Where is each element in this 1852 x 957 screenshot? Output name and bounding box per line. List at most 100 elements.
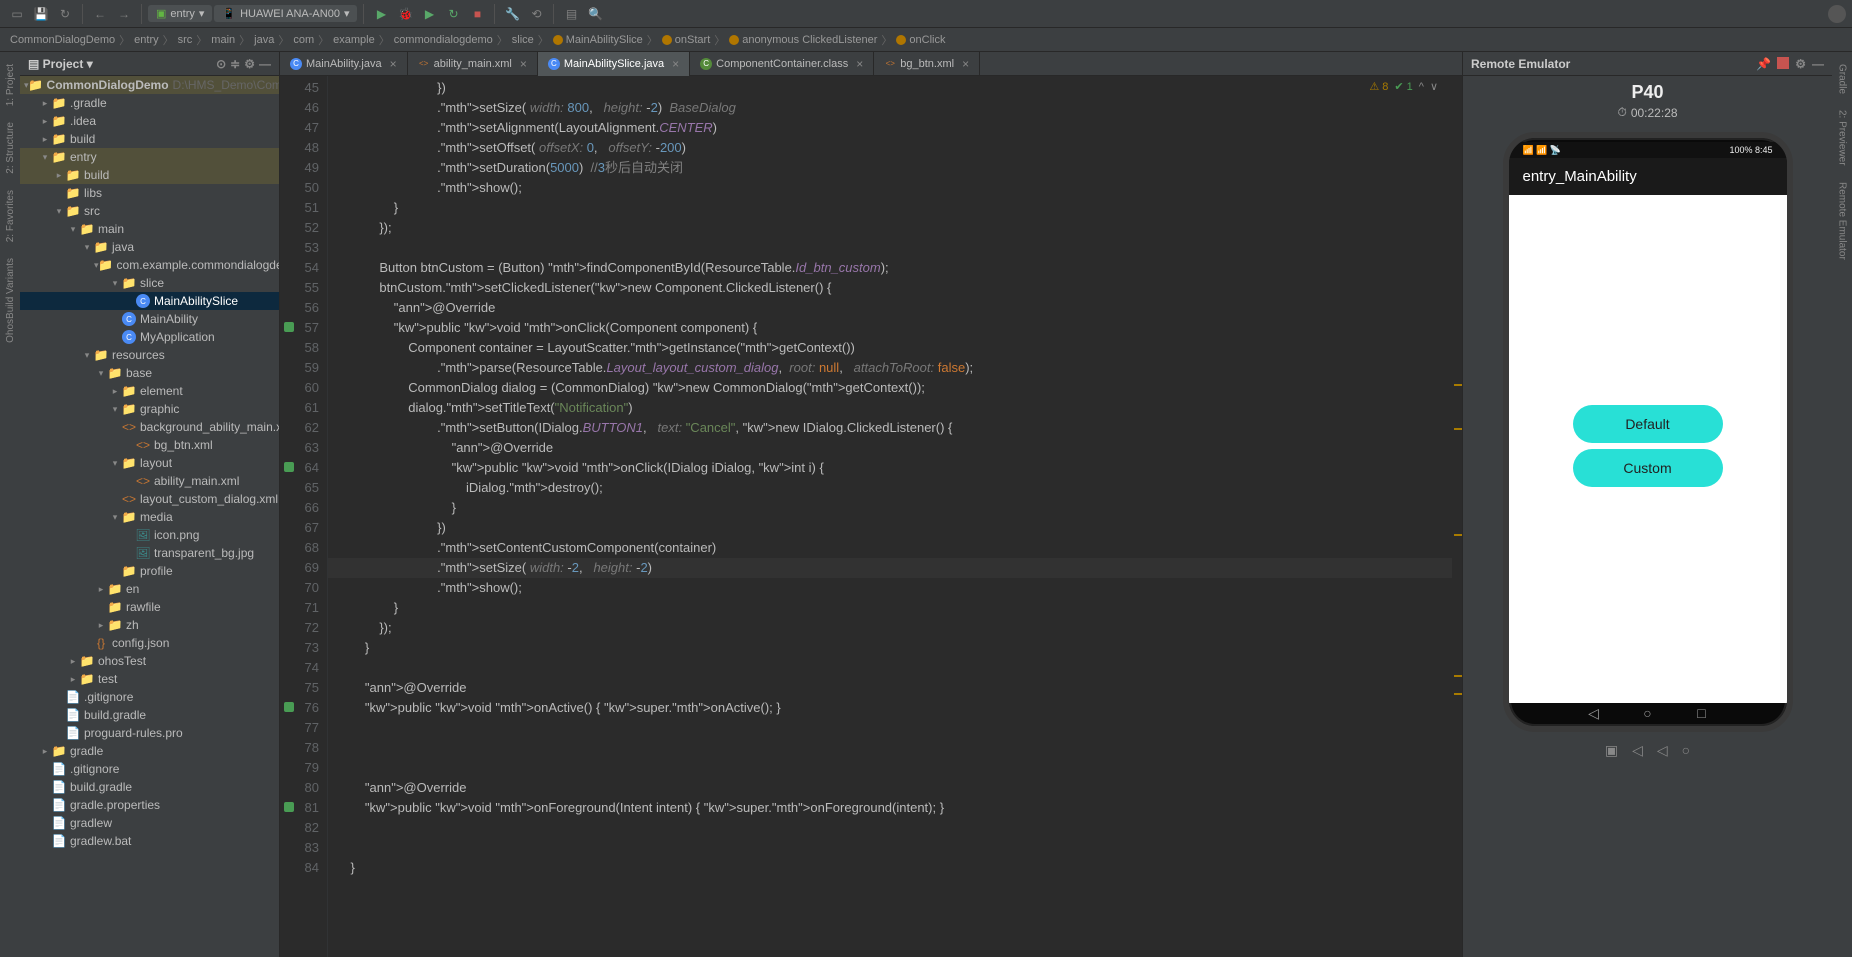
close-icon[interactable]: × <box>390 57 397 71</box>
editor-code[interactable]: }) ."mth">setSize( width: 800, height: -… <box>328 76 1462 957</box>
override-gutter-icon[interactable] <box>284 802 294 812</box>
save-icon[interactable]: 💾 <box>30 3 52 25</box>
override-gutter-icon[interactable] <box>284 702 294 712</box>
gear-icon[interactable]: ⚙ <box>244 57 255 71</box>
breadcrumb-item[interactable]: MainAbilitySlice <box>549 34 647 46</box>
nav-home-icon[interactable]: ◁ <box>1657 742 1668 759</box>
tree-node[interactable]: 📁libs <box>20 184 279 202</box>
tree-node[interactable]: ▸📁test <box>20 670 279 688</box>
override-gutter-icon[interactable] <box>284 462 294 472</box>
tool-window-button[interactable]: OhosBuild Variants <box>5 258 16 343</box>
tree-node[interactable]: ▸📁element <box>20 382 279 400</box>
tree-node[interactable]: 📄gradlew <box>20 814 279 832</box>
tree-node[interactable]: ▾📁slice <box>20 274 279 292</box>
app-body[interactable]: Default Custom <box>1509 195 1787 703</box>
tree-node[interactable]: ▸📁build <box>20 130 279 148</box>
build-icon[interactable]: 🔧 <box>501 3 523 25</box>
project-combo[interactable]: ▤ Project ▾ <box>28 57 93 71</box>
tree-node[interactable]: ▸📁build <box>20 166 279 184</box>
tree-node[interactable]: 📁rawfile <box>20 598 279 616</box>
tree-node[interactable]: ▾📁entry <box>20 148 279 166</box>
tree-node[interactable]: ▾📁graphic <box>20 400 279 418</box>
tree-node[interactable]: ▾📁media <box>20 508 279 526</box>
default-button[interactable]: Default <box>1573 405 1723 443</box>
gear-icon[interactable]: ⚙ <box>1795 57 1806 71</box>
debug-icon[interactable]: 🐞 <box>394 3 416 25</box>
breadcrumb-item[interactable]: main <box>207 34 239 46</box>
tool-window-button[interactable]: 2: Previewer <box>1837 110 1848 166</box>
tool-window-button[interactable]: 1: Project <box>5 64 16 106</box>
tree-node[interactable]: CMyApplication <box>20 328 279 346</box>
nav-recent-icon[interactable]: ○ <box>1682 742 1690 759</box>
tree-node[interactable]: CMainAbility <box>20 310 279 328</box>
search-icon[interactable]: 🔍 <box>584 3 606 25</box>
tool-window-button[interactable]: Remote Emulator <box>1837 182 1848 260</box>
tree-node[interactable]: 📄.gitignore <box>20 688 279 706</box>
forward-icon[interactable]: → <box>113 3 135 25</box>
close-icon[interactable]: × <box>672 57 679 71</box>
breadcrumb-item[interactable]: com <box>289 34 318 46</box>
editor-tab[interactable]: CComponentContainer.class× <box>690 52 874 76</box>
tool-window-button[interactable]: Gradle <box>1837 64 1848 94</box>
project-tree[interactable]: ▾📁CommonDialogDemoD:\HMS_Demo\Common▸📁.g… <box>20 76 279 957</box>
tree-node[interactable]: <>bg_btn.xml <box>20 436 279 454</box>
tree-node[interactable]: ▸📁zh <box>20 616 279 634</box>
tree-node[interactable]: ▸📁.gradle <box>20 94 279 112</box>
nav-back-icon[interactable]: ◁ <box>1587 706 1601 720</box>
tree-node[interactable]: ▸📁.idea <box>20 112 279 130</box>
profile-icon[interactable]: ↻ <box>442 3 464 25</box>
tree-node[interactable]: ▾📁resources <box>20 346 279 364</box>
breadcrumb-item[interactable]: onClick <box>892 34 949 46</box>
inspections-widget[interactable]: ⚠ 8 ✔ 1 ^∨ <box>1369 80 1438 93</box>
tree-node[interactable]: ▾📁layout <box>20 454 279 472</box>
tree-node[interactable]: ▾📁src <box>20 202 279 220</box>
override-gutter-icon[interactable] <box>284 322 294 332</box>
breadcrumb-item[interactable]: anonymous ClickedListener <box>725 34 881 46</box>
nav-recent-icon[interactable]: □ <box>1695 706 1709 720</box>
stop-icon[interactable]: ■ <box>466 3 488 25</box>
stop-emulator-icon[interactable] <box>1777 57 1789 69</box>
breadcrumb-item[interactable]: example <box>329 34 379 46</box>
structure-icon[interactable]: ▤ <box>560 3 582 25</box>
editor-tab[interactable]: CMainAbilitySlice.java× <box>538 52 690 76</box>
back-icon[interactable]: ← <box>89 3 111 25</box>
tree-node[interactable]: ▾📁java <box>20 238 279 256</box>
tree-node[interactable]: ▾📁CommonDialogDemoD:\HMS_Demo\Common <box>20 76 279 94</box>
tree-node[interactable]: 📁profile <box>20 562 279 580</box>
tree-node[interactable]: 📄gradle.properties <box>20 796 279 814</box>
screenshot-icon[interactable]: ▣ <box>1605 742 1618 759</box>
device-combo[interactable]: 📱HUAWEI ANA-AN00▾ <box>214 5 357 22</box>
breadcrumb-item[interactable]: slice <box>508 34 538 46</box>
expand-all-icon[interactable]: ≑ <box>230 57 240 71</box>
tree-node[interactable]: ▸📁ohosTest <box>20 652 279 670</box>
tree-node[interactable]: <>ability_main.xml <box>20 472 279 490</box>
account-avatar[interactable] <box>1828 5 1846 23</box>
coverage-icon[interactable]: ▶ <box>418 3 440 25</box>
tree-node[interactable]: 🖼transparent_bg.jpg <box>20 544 279 562</box>
hide-icon[interactable]: — <box>259 57 271 71</box>
run-icon[interactable]: ▶ <box>370 3 392 25</box>
tree-node[interactable]: 🖼icon.png <box>20 526 279 544</box>
run-config-combo[interactable]: ▣entry▾ <box>148 5 212 22</box>
editor-tab[interactable]: <>bg_btn.xml× <box>874 52 980 76</box>
tree-node[interactable]: 📄proguard-rules.pro <box>20 724 279 742</box>
nav-home-icon[interactable]: ○ <box>1641 706 1655 720</box>
tree-node[interactable]: 📄build.gradle <box>20 706 279 724</box>
device-nav-bar[interactable]: ◁ ○ □ <box>1509 706 1787 720</box>
refresh-icon[interactable]: ↻ <box>54 3 76 25</box>
tree-node[interactable]: <>background_ability_main.xml <box>20 418 279 436</box>
open-icon[interactable]: ▭ <box>6 3 28 25</box>
editor-tab[interactable]: <>ability_main.xml× <box>408 52 538 76</box>
tool-window-button[interactable]: 2: Favorites <box>5 190 16 242</box>
tree-node[interactable]: ▾📁base <box>20 364 279 382</box>
breadcrumb-item[interactable]: CommonDialogDemo <box>6 34 119 46</box>
tree-node[interactable]: 📄gradlew.bat <box>20 832 279 850</box>
tree-node[interactable]: ▾📁main <box>20 220 279 238</box>
breadcrumb-item[interactable]: commondialogdemo <box>390 34 497 46</box>
tree-node[interactable]: CMainAbilitySlice <box>20 292 279 310</box>
breadcrumb-item[interactable]: entry <box>130 34 162 46</box>
pin-icon[interactable]: 📌 <box>1756 57 1771 71</box>
tree-node[interactable]: {}config.json <box>20 634 279 652</box>
editor-tab[interactable]: CMainAbility.java× <box>280 52 408 76</box>
tree-node[interactable]: ▸📁en <box>20 580 279 598</box>
